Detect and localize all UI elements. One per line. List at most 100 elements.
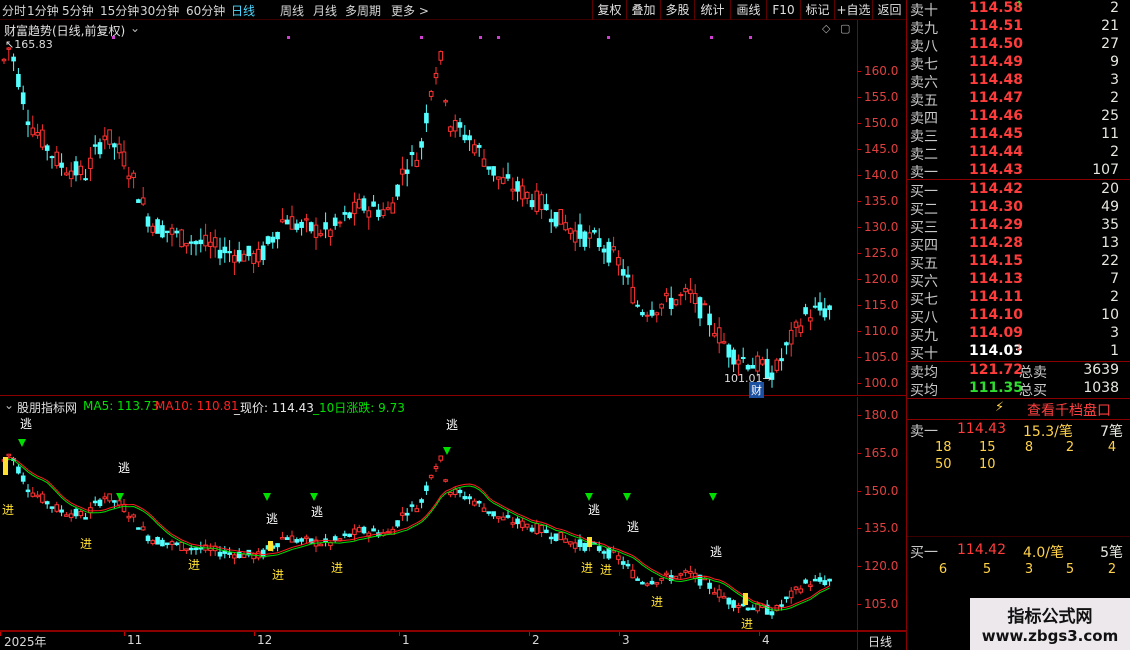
candlestick[interactable] — [371, 194, 376, 207]
candlestick[interactable] — [476, 142, 482, 157]
candlestick[interactable] — [299, 219, 304, 236]
candlestick[interactable] — [260, 241, 266, 265]
chevron-down-icon[interactable]: ⌄ — [4, 398, 14, 412]
candlestick[interactable] — [702, 300, 708, 306]
chevron-down-icon[interactable]: ⌄ — [130, 21, 140, 35]
candlestick[interactable] — [558, 209, 564, 225]
toolbar-button-5[interactable]: 画线 — [730, 0, 766, 20]
candlestick[interactable] — [668, 286, 674, 316]
candlestick[interactable] — [817, 292, 823, 316]
buy-level-row[interactable]: 买四 114.28 13 — [907, 235, 1130, 254]
event-dot[interactable] — [420, 36, 423, 39]
candlestick[interactable] — [265, 235, 271, 246]
candlestick[interactable] — [116, 136, 122, 159]
sell-level-row[interactable]: 卖七 114.49 9 — [907, 54, 1130, 73]
candlestick[interactable] — [630, 274, 636, 305]
candlestick[interactable] — [256, 241, 261, 268]
candlestick[interactable] — [606, 238, 612, 267]
indicator-pane[interactable]: ⌄ 股朋指标网 MA5: 113.73 MA10: 110.81 _现价: 11… — [0, 397, 906, 631]
candlestick[interactable] — [44, 143, 50, 161]
candlestick[interactable] — [361, 195, 367, 214]
candlestick[interactable] — [721, 332, 727, 345]
candlestick[interactable] — [11, 53, 16, 72]
candlestick[interactable] — [97, 138, 103, 159]
candlestick[interactable] — [457, 118, 463, 137]
candlestick[interactable] — [376, 203, 381, 221]
candlestick[interactable] — [169, 223, 175, 247]
candlestick[interactable] — [481, 149, 487, 168]
period-tab-2[interactable]: 1分钟 — [27, 2, 59, 19]
sell-level-row[interactable]: 卖五 114.47 2 — [907, 90, 1130, 109]
candlestick[interactable] — [505, 162, 511, 182]
candlestick[interactable] — [107, 129, 112, 149]
candlestick[interactable] — [16, 68, 21, 90]
candlestick[interactable] — [577, 213, 583, 248]
sell-level-row[interactable]: 卖六 114.48 3 — [907, 72, 1130, 91]
candlestick[interactable] — [308, 221, 314, 234]
candlestick[interactable] — [640, 309, 645, 317]
candlestick[interactable] — [385, 201, 391, 211]
kline-pane[interactable]: 财富趋势(日线,前复权) ⌄ ◇ ▢ ↖165.83 101.01→ 财 160… — [0, 20, 906, 398]
candlestick[interactable] — [313, 217, 319, 250]
candlestick[interactable] — [683, 283, 688, 301]
candlestick[interactable] — [126, 166, 132, 188]
candlestick[interactable] — [212, 229, 218, 258]
candlestick[interactable] — [270, 231, 276, 249]
toolbar-button-8[interactable]: +自选 — [834, 0, 872, 20]
candlestick[interactable] — [654, 311, 660, 323]
candlestick[interactable] — [1, 57, 7, 64]
period-tab-11[interactable]: 更多 > — [391, 2, 429, 19]
candlestick[interactable] — [222, 237, 228, 263]
candlestick[interactable] — [438, 50, 444, 65]
candlestick[interactable] — [788, 322, 794, 357]
candlestick[interactable] — [697, 296, 703, 327]
candlestick[interactable] — [563, 214, 568, 232]
period-tab-1[interactable]: 分时 — [2, 2, 26, 19]
buy-level-row[interactable]: 买二 114.30 49 — [907, 199, 1130, 218]
candlestick[interactable] — [740, 347, 746, 363]
candlestick[interactable] — [203, 223, 208, 252]
candlestick[interactable] — [611, 236, 616, 253]
candlestick[interactable] — [486, 166, 492, 176]
candlestick[interactable] — [49, 155, 55, 169]
candlestick[interactable] — [491, 166, 496, 182]
candlestick[interactable] — [520, 178, 525, 207]
candlestick[interactable] — [304, 213, 309, 233]
sell-level-row[interactable]: 卖十 114.58 ↑ 2 — [907, 0, 1130, 19]
candlestick[interactable] — [731, 347, 736, 373]
period-tab-4[interactable]: 15分钟 — [100, 2, 139, 19]
candlestick[interactable] — [452, 114, 458, 138]
event-dot[interactable] — [710, 36, 713, 39]
candlestick[interactable] — [664, 288, 669, 303]
candlestick[interactable] — [596, 228, 602, 251]
buy-level-row[interactable]: 买七 114.11 2 — [907, 289, 1130, 308]
candlestick[interactable] — [822, 297, 828, 321]
candlestick[interactable] — [92, 135, 98, 155]
candlestick[interactable] — [467, 129, 472, 151]
candlestick[interactable] — [236, 241, 242, 264]
period-tab-5[interactable]: 30分钟 — [140, 2, 179, 19]
candlestick[interactable] — [136, 198, 141, 203]
candlestick[interactable] — [88, 147, 93, 182]
sell-level-row[interactable]: 卖一 114.43 107 — [907, 162, 1130, 181]
candlestick[interactable] — [380, 202, 386, 219]
thousand-level-bar[interactable]: ⚡ 查看千档盘口 — [907, 400, 1130, 419]
candlestick[interactable] — [760, 356, 765, 366]
candlestick[interactable] — [318, 229, 324, 238]
event-dot[interactable] — [497, 36, 500, 39]
candlestick[interactable] — [572, 221, 578, 252]
candlestick[interactable] — [193, 240, 199, 256]
sell-level-row[interactable]: 卖九 114.51 21 — [907, 18, 1130, 37]
candlestick[interactable] — [145, 213, 151, 233]
candlestick[interactable] — [404, 159, 410, 187]
event-dot[interactable] — [607, 36, 610, 39]
event-dot[interactable] — [287, 36, 290, 39]
candlestick[interactable] — [462, 125, 468, 144]
candlestick[interactable] — [774, 357, 780, 373]
candlestick[interactable] — [592, 227, 597, 235]
candlestick[interactable] — [620, 259, 626, 285]
candlestick[interactable] — [510, 177, 516, 200]
candlestick[interactable] — [649, 301, 655, 318]
candlestick[interactable] — [366, 206, 372, 230]
candlestick[interactable] — [659, 303, 664, 316]
